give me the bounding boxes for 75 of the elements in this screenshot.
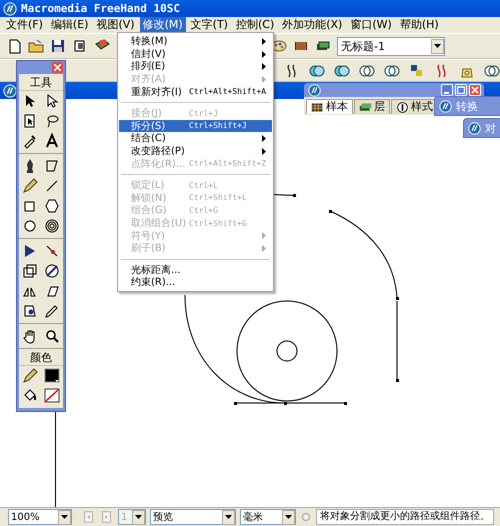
panel-heading: 工具 [19, 76, 63, 91]
folder-icon[interactable] [28, 38, 44, 54]
panel-tab[interactable]: 层 [354, 99, 390, 114]
menu-item[interactable]: 重新对齐(I) Ctrl+Alt+Shift+A [119, 85, 272, 98]
close-icon [471, 86, 479, 94]
menu-item[interactable]: 外加功能(X) [279, 17, 346, 33]
swatches-icon [311, 100, 324, 114]
caret-icon [135, 515, 142, 519]
view-mode-dropdown[interactable]: 预览 [150, 509, 236, 525]
menu-item[interactable]: 光标距离... [119, 264, 272, 276]
pencil-icon[interactable] [22, 368, 38, 384]
app-logo-icon [3, 2, 17, 16]
maximize-icon [457, 86, 465, 94]
bezigon-icon[interactable] [44, 158, 60, 174]
panel-tab[interactable]: 样本 [306, 99, 353, 114]
panel-title: 对 [485, 120, 496, 136]
line-segment-drawing [272, 192, 298, 198]
close-button[interactable] [469, 84, 481, 96]
close-icon [54, 64, 61, 71]
text-tool-icon[interactable] [44, 133, 60, 149]
document-dropdown[interactable]: 无标题-1 [337, 36, 445, 56]
menu-item[interactable]: 改变路径(P) [119, 144, 272, 158]
menu-item[interactable]: 信封(V) [119, 48, 272, 60]
menu-item[interactable]: 转换(M) [119, 35, 272, 48]
pencil-icon[interactable] [22, 178, 38, 194]
layers-icon [359, 100, 372, 114]
caret-icon [285, 515, 292, 519]
rotate-tool-icon[interactable] [44, 263, 60, 279]
menu-item[interactable]: 帮助(H) [396, 17, 442, 33]
styles-icon [396, 100, 409, 114]
maximize-button[interactable] [455, 84, 467, 96]
rings-icon[interactable] [309, 62, 325, 78]
window-title: Macromedia FreeHand 10SC [21, 2, 180, 15]
fill-swatch-icon[interactable] [44, 388, 60, 404]
app-logo-icon [439, 100, 452, 112]
menu-item[interactable]: 结合(C) [119, 132, 272, 145]
menu-item[interactable]: 拆分(S) Ctrl+Shift+J [119, 120, 272, 132]
menu-item[interactable]: 文件(F) [3, 17, 46, 33]
units-dropdown[interactable]: 毫米 [240, 509, 296, 525]
menu-item[interactable]: 修改(M) [140, 17, 186, 33]
menu-item[interactable]: 约束(R)... [119, 276, 272, 289]
rings-icon[interactable] [359, 62, 375, 78]
stroke-swatch-icon[interactable] [44, 368, 60, 384]
line-tool-icon[interactable] [44, 178, 60, 194]
eyedropper-icon[interactable] [22, 133, 38, 149]
menu-item[interactable]: 文字(T) [188, 17, 231, 33]
scale-tool-icon[interactable] [22, 263, 38, 279]
brush-icon[interactable] [44, 303, 60, 319]
close-button[interactable] [52, 62, 63, 73]
panel-title: 转换 [456, 98, 478, 114]
polygon-tool-icon[interactable] [44, 198, 60, 214]
rings-icon[interactable] [384, 62, 400, 78]
rings-icon[interactable] [484, 62, 500, 78]
panel-heading: 颜色 [19, 351, 63, 366]
rings-icon[interactable] [334, 62, 350, 78]
knife-icon[interactable] [44, 243, 60, 259]
caret-icon [225, 515, 232, 519]
menu-item[interactable]: 编辑(E) [48, 17, 92, 33]
caret-icon [61, 515, 68, 519]
spiral-icon[interactable] [44, 218, 60, 234]
status-message: 将对象分割成更小的路径或组件路径。 [316, 509, 494, 525]
menu-item[interactable]: 控制(C) [232, 17, 278, 33]
trace-tool-icon[interactable] [22, 303, 38, 319]
gear-icon [300, 511, 312, 523]
menu-item[interactable]: 窗口(W) [347, 17, 395, 33]
zoom-dropdown[interactable]: 100% [8, 509, 72, 525]
zoom-icon[interactable] [44, 328, 60, 344]
ellipse-tool-icon[interactable] [22, 218, 38, 234]
menu-item[interactable]: 视图(V) [93, 17, 138, 33]
minimize-button[interactable] [441, 84, 453, 96]
app-logo-icon [468, 122, 481, 134]
cubes-icon[interactable] [409, 62, 425, 78]
menu-item[interactable]: 排列(E) [119, 60, 272, 73]
app-logo-icon [308, 84, 321, 96]
caret-icon [434, 44, 441, 48]
